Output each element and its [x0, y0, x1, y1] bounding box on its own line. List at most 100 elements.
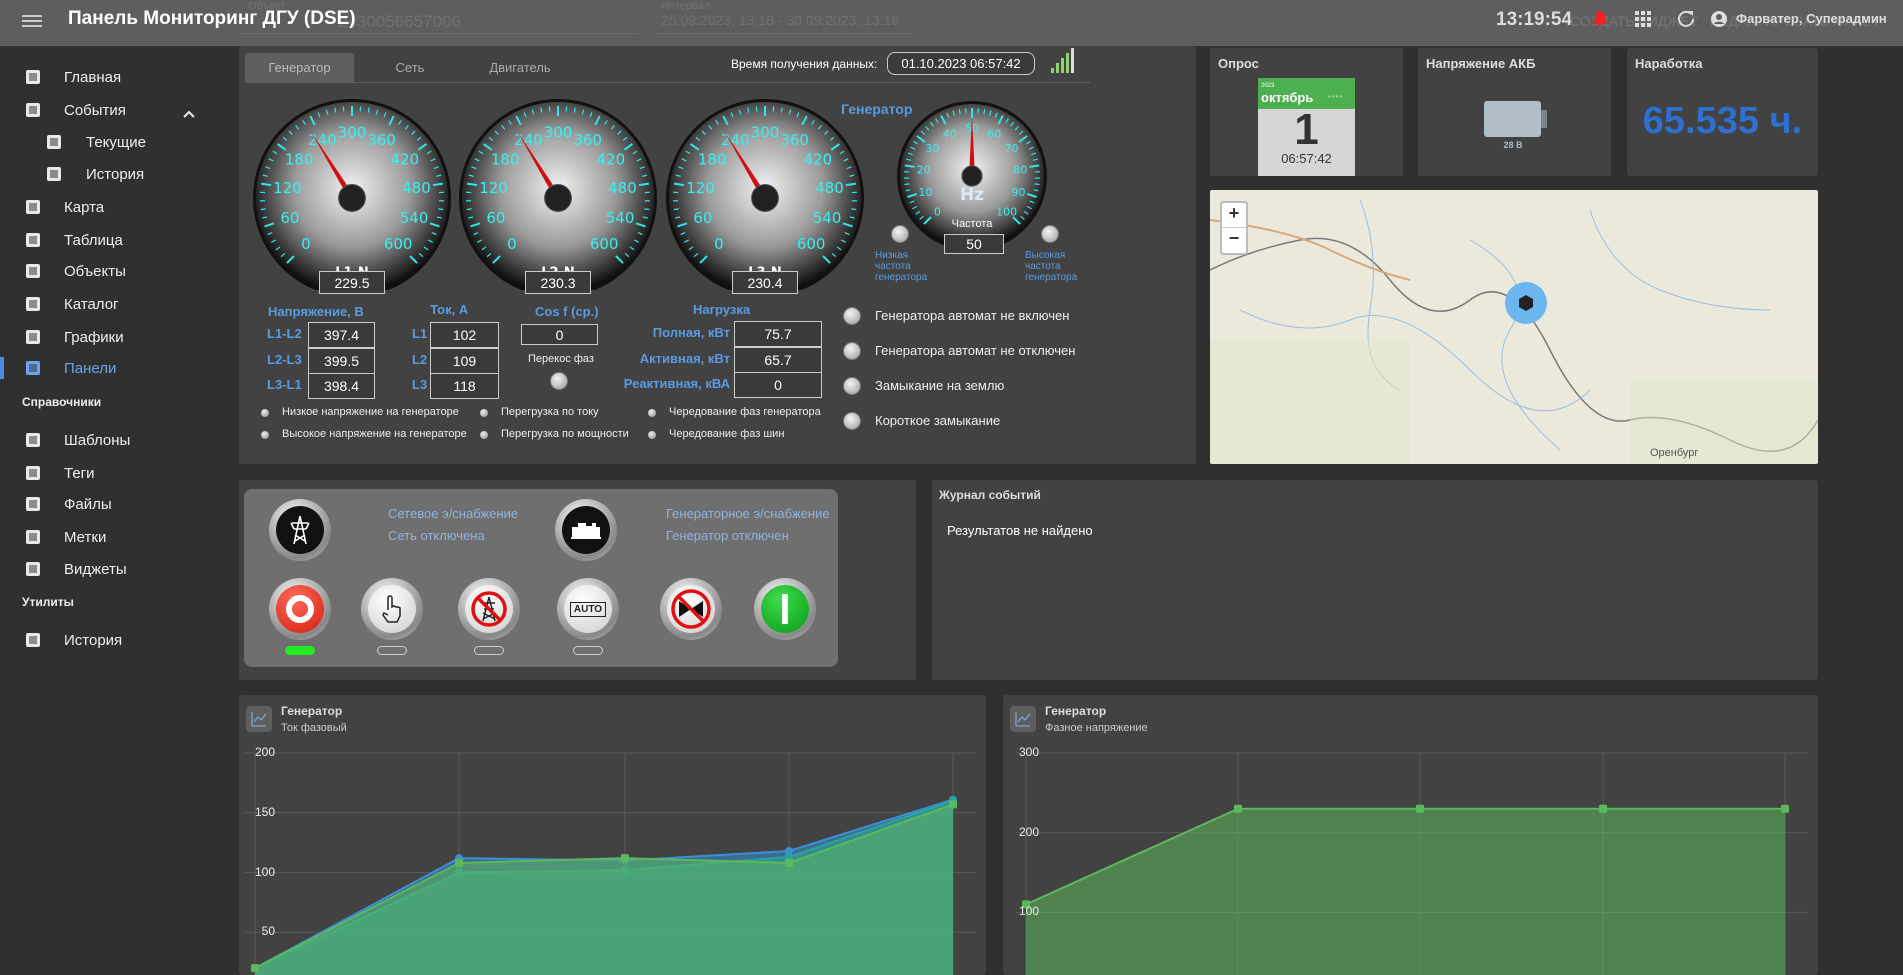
data-point[interactable]: [251, 964, 259, 972]
gauge-tick-label: 360: [367, 131, 396, 149]
sidebar-item-10[interactable]: Шаблоны: [0, 425, 232, 455]
mains-off-button[interactable]: [458, 578, 520, 640]
gauge-tick-label: 540: [400, 209, 429, 227]
poll-card: Опрос 2023 октябрь •••• 1 06:57:42: [1210, 48, 1403, 176]
sidebar-item-5[interactable]: Таблица: [0, 225, 232, 255]
data-point[interactable]: [455, 859, 463, 867]
data-point[interactable]: [1599, 805, 1607, 813]
phase-skew-indicator: [550, 372, 568, 390]
sidebar-item-label: История: [64, 632, 122, 649]
tab-engine[interactable]: Двигатель: [470, 53, 570, 82]
sidebar-item-12[interactable]: Файлы: [0, 489, 232, 519]
series-area-L1-N: [1026, 809, 1785, 975]
gauge-tick-label: 180: [698, 151, 727, 169]
map-zoom-out-button[interactable]: −: [1222, 228, 1246, 253]
map-zoom-in-button[interactable]: +: [1222, 203, 1246, 228]
sidebar-item-11[interactable]: Теги: [0, 458, 232, 488]
manual-mode-button[interactable]: [361, 578, 423, 640]
data-point[interactable]: [1234, 805, 1242, 813]
y-tick-label: 300: [1003, 745, 1039, 759]
gauge-tick-label: 0: [934, 206, 941, 219]
gauge-tick: [438, 209, 443, 210]
data-point[interactable]: [621, 854, 629, 862]
map-city-label: Оренбург: [1650, 447, 1698, 459]
data-point[interactable]: [785, 859, 793, 867]
sidebar-item-14[interactable]: Виджеты: [0, 554, 232, 584]
calendar-icon: [24, 101, 42, 119]
gauge-tick: [674, 209, 679, 210]
catalog-icon: [24, 295, 42, 313]
sidebar-item-13[interactable]: Метки: [0, 522, 232, 552]
account-icon[interactable]: [1711, 11, 1727, 27]
battery-card: Напряжение АКБ 28 В: [1418, 48, 1611, 176]
sidebar-item-4[interactable]: Карта: [0, 192, 232, 222]
alarm-mute-button[interactable]: [660, 578, 722, 640]
gauge-tick-label: 120: [273, 179, 302, 197]
sidebar-item-2[interactable]: Текущие: [0, 127, 232, 157]
data-point[interactable]: [1416, 805, 1424, 813]
sidebar-item-3[interactable]: История: [0, 159, 232, 189]
alarm-label: Высокое напряжение на генераторе: [282, 428, 467, 440]
refresh-icon[interactable]: [1677, 10, 1695, 28]
clock: 13:19:54: [1496, 9, 1572, 31]
label-icon: [24, 528, 42, 546]
data-point[interactable]: [1781, 805, 1789, 813]
apps-grid-icon[interactable]: [1634, 10, 1652, 28]
alarm-indicator: [480, 409, 488, 417]
gauge-value: 230.4: [732, 271, 798, 294]
data-point[interactable]: [949, 800, 957, 808]
sidebar-item-0[interactable]: Главная: [0, 62, 232, 92]
voltage-gauge-l2-n: 060120180240300360420480540600VL2-N: [459, 99, 657, 290]
puzzle-icon: [24, 560, 42, 578]
mains-off-led: [474, 646, 504, 655]
stop-button[interactable]: [269, 578, 331, 640]
map-marker-icon[interactable]: [1505, 282, 1547, 324]
sidebar-item-label: Шаблоны: [64, 432, 130, 449]
data-time-label: Время получения данных:: [731, 57, 877, 71]
interval-field[interactable]: Интервал 25.09.2023, 13:18 - 30.09.2023,…: [655, 4, 915, 34]
sidebar-item-7[interactable]: Каталог: [0, 289, 232, 319]
sidebar-item-1[interactable]: События: [0, 95, 232, 125]
sidebar-item-15[interactable]: История: [0, 625, 232, 655]
map[interactable]: + − Оренбург: [1210, 190, 1818, 464]
current-row-label: L2: [412, 352, 427, 367]
tab-generator[interactable]: Генератор: [245, 53, 354, 82]
load-row-value: 65.7: [734, 347, 822, 373]
journal-empty-message: Результатов не найдено: [947, 523, 1093, 538]
horn-off-icon: [669, 587, 713, 631]
gauge-tick-label: 540: [813, 209, 842, 227]
gen-status: Генератор отключен: [666, 528, 789, 543]
section-references: Справочники: [22, 395, 101, 409]
menu-icon[interactable]: [22, 12, 42, 32]
gauge-tick-label: 100: [996, 206, 1017, 219]
low-freq-label: Низкая частота генератора: [875, 250, 945, 283]
hand-pointer-icon: [379, 594, 405, 624]
manual-led: [377, 646, 407, 655]
voltage-title: Напряжение, В: [268, 304, 364, 319]
chevron-up-icon[interactable]: [183, 105, 195, 122]
gauge-tick-label: 120: [479, 179, 508, 197]
calendar-clock-icon: [45, 165, 63, 183]
gauge-value: 229.5: [319, 271, 385, 294]
gauge-tick-label: 600: [384, 235, 413, 253]
power-tower-icon: [287, 515, 313, 545]
runtime-card: Наработка 65.535 ч.: [1627, 48, 1818, 176]
user-name[interactable]: Фарватер, Суперадмин: [1736, 11, 1887, 26]
gauge-tick-label: 180: [285, 151, 314, 169]
status-label: Короткое замыкание: [875, 413, 1000, 428]
sidebar-item-8[interactable]: Графики: [0, 322, 232, 352]
start-button[interactable]: [754, 578, 816, 640]
high-freq-indicator: [1041, 225, 1059, 243]
gauge-tick-label: 30: [925, 142, 939, 155]
gauge-tick: [644, 209, 649, 210]
sidebar-item-9[interactable]: Панели: [0, 353, 232, 383]
sidebar-item-6[interactable]: Объекты: [0, 256, 232, 286]
sidebar-item-label: Графики: [64, 329, 124, 346]
current-row-label: L3: [412, 377, 427, 392]
y-tick-label: 100: [1003, 904, 1039, 918]
sidebar-item-label: Таблица: [64, 232, 123, 249]
dashboard-icon: [24, 359, 42, 377]
tab-network[interactable]: Сеть: [370, 53, 450, 82]
bell-icon[interactable]: [1590, 9, 1610, 29]
auto-mode-button[interactable]: AUTO: [557, 578, 619, 640]
